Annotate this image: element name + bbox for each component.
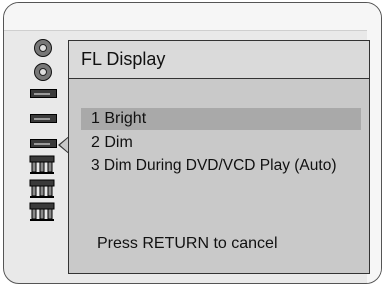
player-deck-icon[interactable] xyxy=(30,139,57,148)
player-deck-icon[interactable] xyxy=(30,89,57,98)
disc-icon[interactable] xyxy=(34,39,52,57)
player-deck-icon[interactable] xyxy=(30,114,57,123)
panel-title: FL Display xyxy=(69,41,369,79)
option-dim-during-play[interactable]: 3 Dim During DVD/VCD Play (Auto) xyxy=(81,155,361,177)
osd-frame: FL Display 1 Bright 2 Dim 3 Dim During D… xyxy=(3,2,382,284)
option-bright[interactable]: 1 Bright xyxy=(81,108,361,130)
av-plug-icon[interactable] xyxy=(29,202,55,222)
av-plug-icon[interactable] xyxy=(29,179,55,199)
av-plug-icon[interactable] xyxy=(29,155,55,175)
disc-icon[interactable] xyxy=(34,63,52,81)
top-band xyxy=(4,3,381,31)
cancel-hint: Press RETURN to cancel xyxy=(97,235,278,252)
option-dim[interactable]: 2 Dim xyxy=(81,132,361,154)
fl-display-panel: FL Display 1 Bright 2 Dim 3 Dim During D… xyxy=(68,40,370,274)
